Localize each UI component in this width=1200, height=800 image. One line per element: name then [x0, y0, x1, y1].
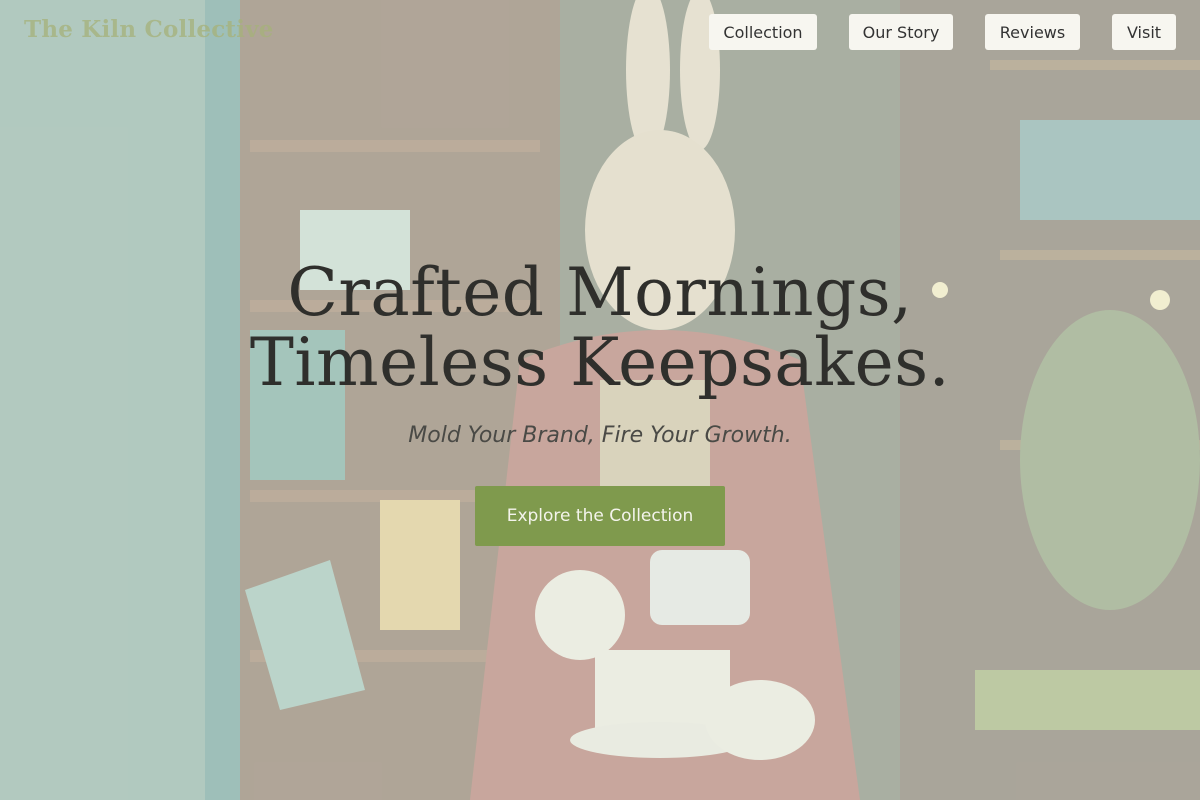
hero-tagline: Mold Your Brand, Fire Your Growth.: [408, 423, 792, 448]
nav-link-our-story[interactable]: Our Story: [849, 14, 953, 50]
hero-title-line-2: Timeless Keepsakes.: [249, 324, 951, 401]
hero-title-line-1: Crafted Mornings,: [287, 254, 913, 331]
main-navigation: Collection Our Story Reviews Visit: [0, 14, 1200, 50]
nav-link-visit[interactable]: Visit: [1112, 14, 1176, 50]
explore-collection-button[interactable]: Explore the Collection: [475, 486, 725, 546]
hero-title: Crafted Mornings, Timeless Keepsakes.: [100, 258, 1100, 398]
nav-link-reviews[interactable]: Reviews: [985, 14, 1080, 50]
nav-link-collection[interactable]: Collection: [709, 14, 817, 50]
